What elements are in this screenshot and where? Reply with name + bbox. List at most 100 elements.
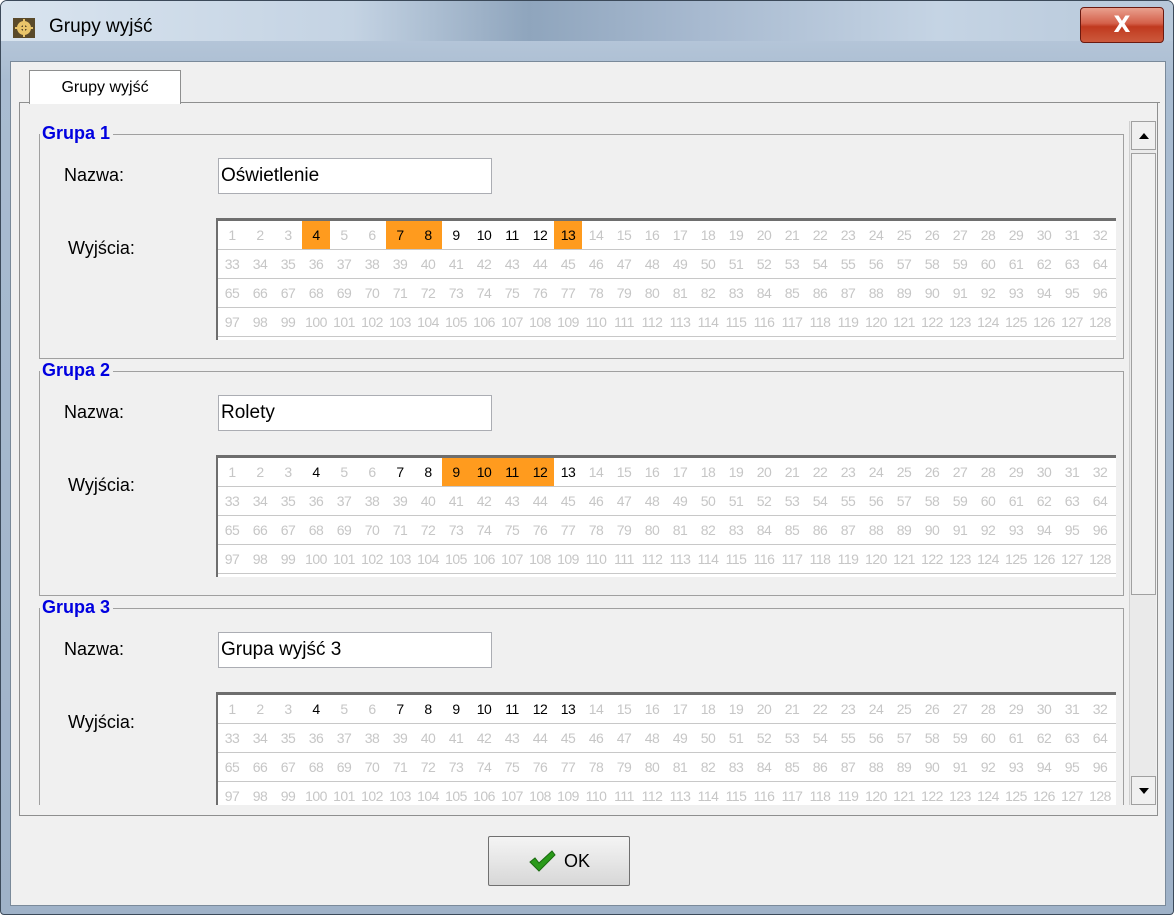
output-cell-61[interactable]: 61 [1002,487,1030,515]
output-cell-32[interactable]: 32 [1086,221,1114,249]
output-cell-98[interactable]: 98 [246,782,274,805]
output-cell-112[interactable]: 112 [638,308,666,336]
output-cell-25[interactable]: 25 [890,695,918,723]
output-cell-121[interactable]: 121 [890,782,918,805]
output-cell-99[interactable]: 99 [274,308,302,336]
output-cell-15[interactable]: 15 [610,695,638,723]
groups-scroll-area[interactable]: Grupa 1 Nazwa: Wyjścia: 1234567891011121… [17,121,1128,805]
output-cell-12[interactable]: 12 [526,221,554,249]
output-cell-45[interactable]: 45 [554,250,582,278]
output-cell-4[interactable]: 4 [302,458,330,486]
output-cell-121[interactable]: 121 [890,545,918,573]
output-cell-62[interactable]: 62 [1030,724,1058,752]
output-cell-112[interactable]: 112 [638,782,666,805]
output-cell-41[interactable]: 41 [442,250,470,278]
output-cell-33[interactable]: 33 [218,487,246,515]
output-cell-70[interactable]: 70 [358,279,386,307]
output-cell-64[interactable]: 64 [1086,724,1114,752]
ok-button[interactable]: OK [488,836,630,886]
output-cell-13[interactable]: 13 [554,221,582,249]
output-cell-45[interactable]: 45 [554,487,582,515]
output-cell-102[interactable]: 102 [358,782,386,805]
name-input[interactable] [218,158,492,194]
output-cell-94[interactable]: 94 [1030,753,1058,781]
output-cell-74[interactable]: 74 [470,279,498,307]
output-cell-50[interactable]: 50 [694,487,722,515]
output-cell-10[interactable]: 10 [470,695,498,723]
output-cell-112[interactable]: 112 [638,545,666,573]
output-cell-79[interactable]: 79 [610,279,638,307]
output-cell-71[interactable]: 71 [386,753,414,781]
output-cell-104[interactable]: 104 [414,308,442,336]
output-cell-104[interactable]: 104 [414,782,442,805]
output-cell-80[interactable]: 80 [638,279,666,307]
output-cell-88[interactable]: 88 [862,516,890,544]
output-cell-120[interactable]: 120 [862,308,890,336]
output-cell-22[interactable]: 22 [806,221,834,249]
output-cell-37[interactable]: 37 [330,250,358,278]
output-cell-94[interactable]: 94 [1030,516,1058,544]
output-cell-29[interactable]: 29 [1002,221,1030,249]
output-cell-17[interactable]: 17 [666,221,694,249]
output-cell-68[interactable]: 68 [302,279,330,307]
output-cell-17[interactable]: 17 [666,458,694,486]
output-cell-114[interactable]: 114 [694,545,722,573]
output-cell-66[interactable]: 66 [246,753,274,781]
output-cell-39[interactable]: 39 [386,724,414,752]
output-cell-107[interactable]: 107 [498,308,526,336]
output-cell-46[interactable]: 46 [582,724,610,752]
output-cell-91[interactable]: 91 [946,279,974,307]
output-cell-102[interactable]: 102 [358,545,386,573]
output-cell-116[interactable]: 116 [750,782,778,805]
output-cell-4[interactable]: 4 [302,221,330,249]
output-cell-19[interactable]: 19 [722,221,750,249]
output-cell-57[interactable]: 57 [890,724,918,752]
tab-grupy-wyjsc[interactable]: Grupy wyjść [29,70,181,104]
output-cell-31[interactable]: 31 [1058,458,1086,486]
name-input[interactable] [218,395,492,431]
output-cell-14[interactable]: 14 [582,695,610,723]
output-cell-65[interactable]: 65 [218,279,246,307]
output-cell-59[interactable]: 59 [946,724,974,752]
output-cell-26[interactable]: 26 [918,458,946,486]
output-cell-123[interactable]: 123 [946,782,974,805]
output-cell-113[interactable]: 113 [666,308,694,336]
output-cell-96[interactable]: 96 [1086,516,1114,544]
output-cell-42[interactable]: 42 [470,724,498,752]
output-cell-111[interactable]: 111 [610,782,638,805]
output-cell-125[interactable]: 125 [1002,545,1030,573]
output-cell-50[interactable]: 50 [694,250,722,278]
output-cell-83[interactable]: 83 [722,279,750,307]
output-cell-33[interactable]: 33 [218,250,246,278]
output-cell-31[interactable]: 31 [1058,221,1086,249]
output-cell-44[interactable]: 44 [526,724,554,752]
output-cell-88[interactable]: 88 [862,753,890,781]
output-cell-105[interactable]: 105 [442,545,470,573]
output-cell-101[interactable]: 101 [330,545,358,573]
output-cell-71[interactable]: 71 [386,279,414,307]
output-cell-98[interactable]: 98 [246,308,274,336]
output-cell-49[interactable]: 49 [666,724,694,752]
output-cell-128[interactable]: 128 [1086,308,1114,336]
output-cell-75[interactable]: 75 [498,516,526,544]
output-cell-77[interactable]: 77 [554,279,582,307]
output-cell-43[interactable]: 43 [498,250,526,278]
output-cell-107[interactable]: 107 [498,782,526,805]
output-cell-84[interactable]: 84 [750,279,778,307]
output-cell-122[interactable]: 122 [918,308,946,336]
output-cell-106[interactable]: 106 [470,308,498,336]
output-cell-66[interactable]: 66 [246,516,274,544]
output-cell-44[interactable]: 44 [526,487,554,515]
output-cell-48[interactable]: 48 [638,250,666,278]
output-cell-119[interactable]: 119 [834,308,862,336]
output-cell-1[interactable]: 1 [218,221,246,249]
output-cell-19[interactable]: 19 [722,458,750,486]
output-cell-10[interactable]: 10 [470,221,498,249]
output-cell-109[interactable]: 109 [554,782,582,805]
output-cell-13[interactable]: 13 [554,695,582,723]
output-cell-125[interactable]: 125 [1002,782,1030,805]
output-cell-6[interactable]: 6 [358,695,386,723]
output-cell-116[interactable]: 116 [750,308,778,336]
output-cell-38[interactable]: 38 [358,250,386,278]
output-cell-54[interactable]: 54 [806,250,834,278]
